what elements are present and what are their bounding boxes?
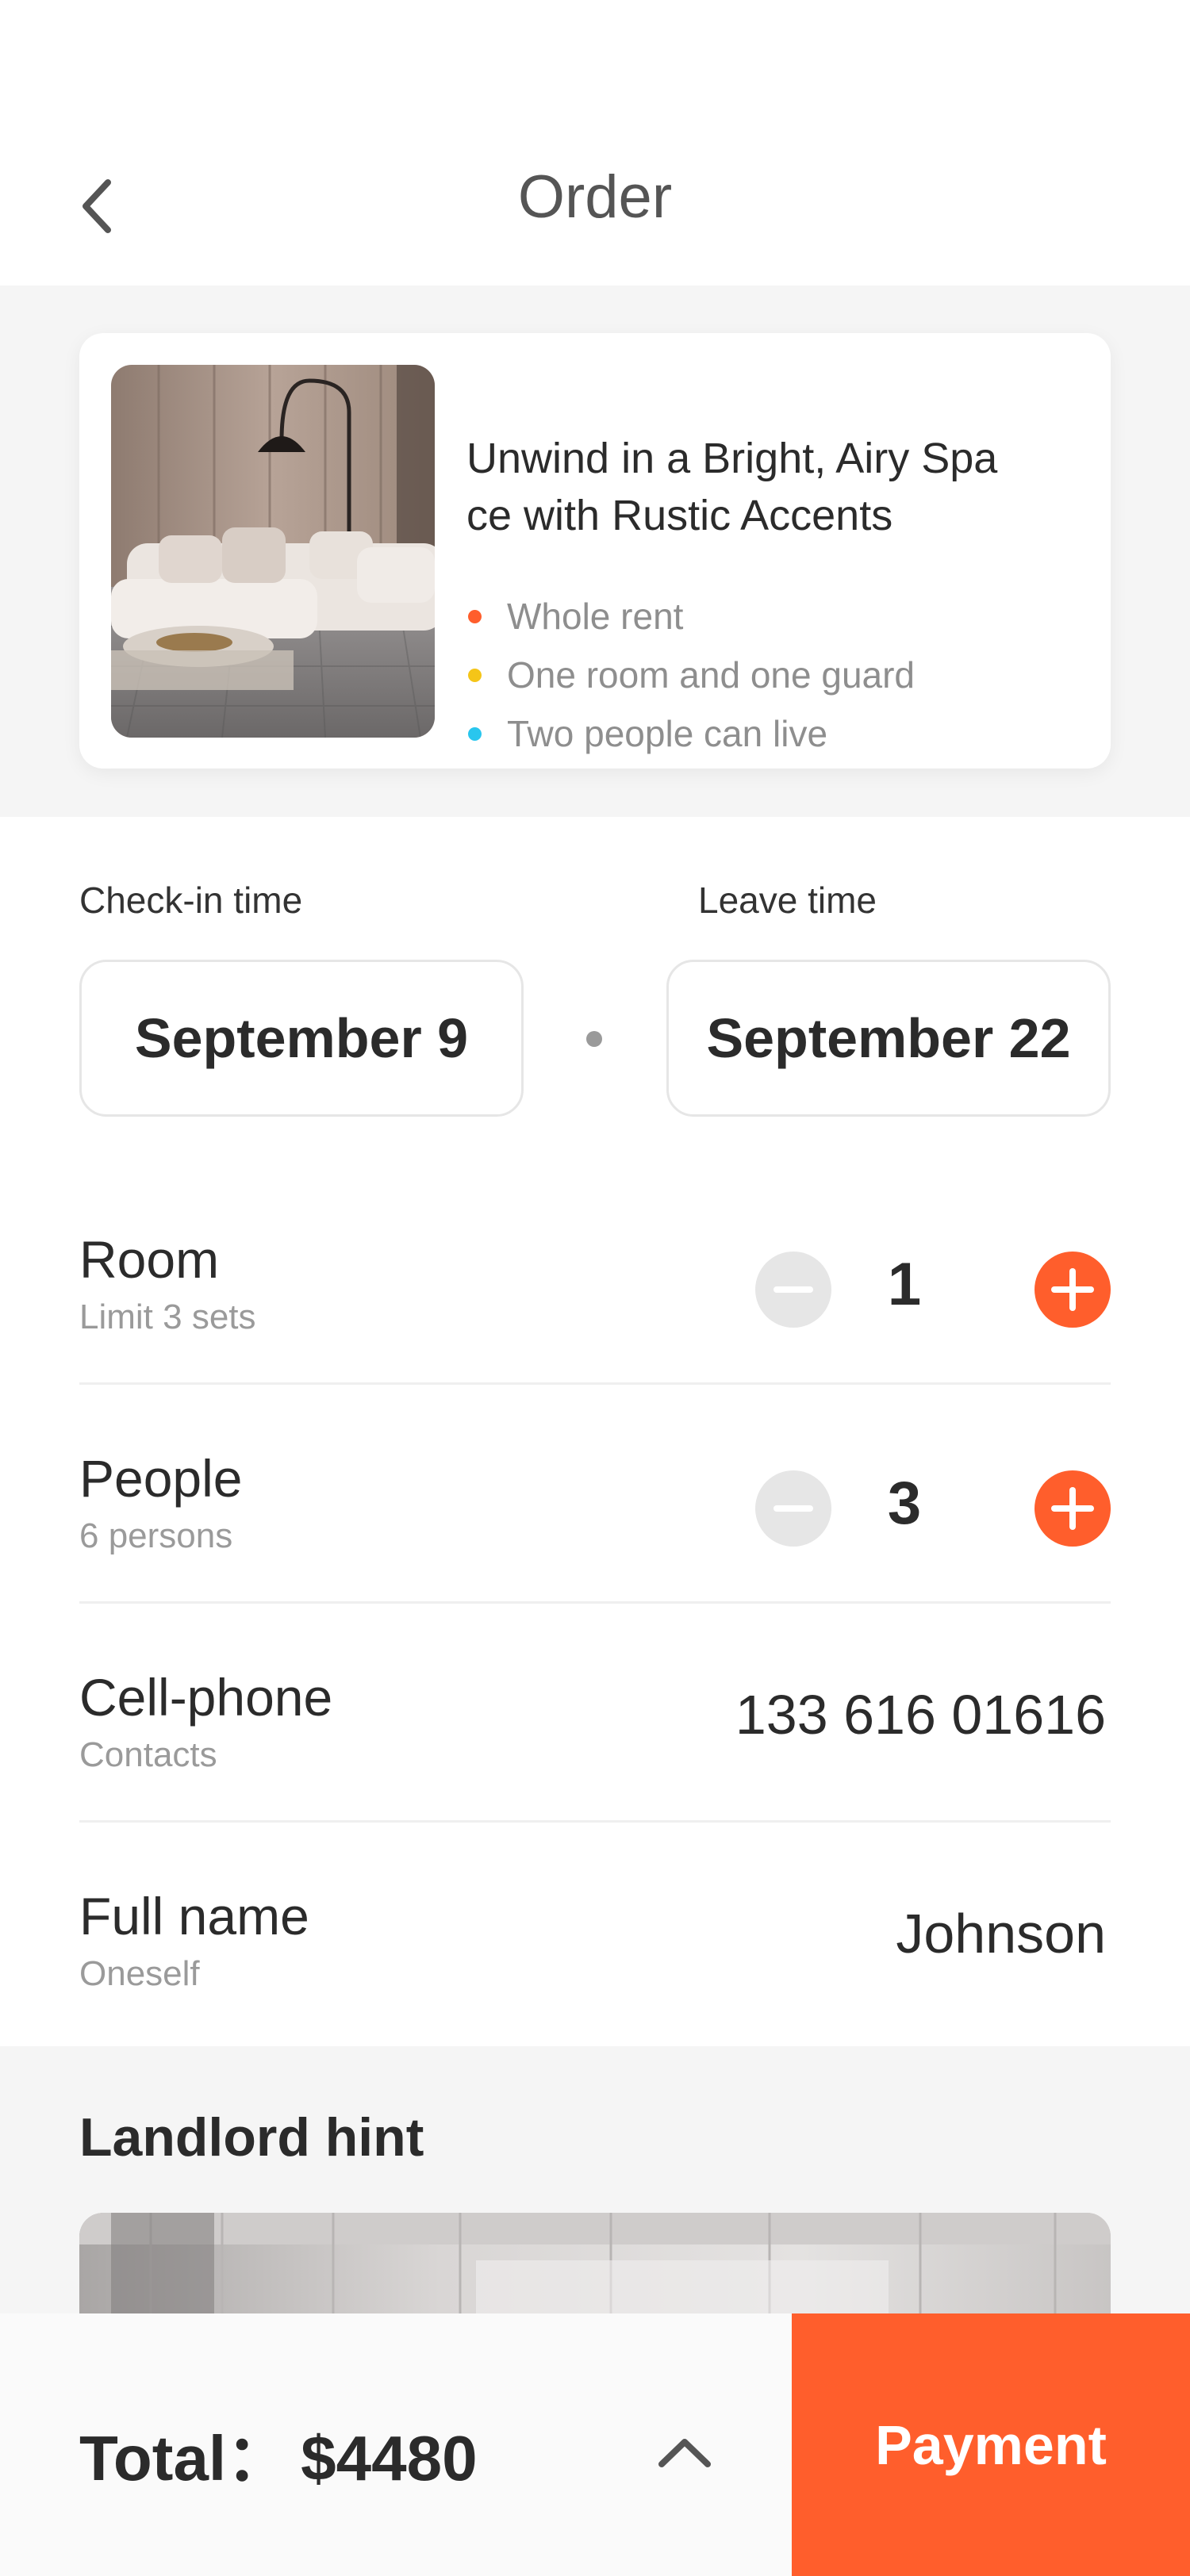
name-value[interactable]: Johnson [896,1902,1106,1965]
listing-title: Unwind in a Bright, Airy Spa ce with Rus… [466,430,1093,544]
page-title: Order [517,163,673,231]
checkin-label: Check-in time [79,880,303,921]
feature-text: Whole rent [507,596,684,637]
payment-button[interactable]: Payment [792,2313,1190,2576]
chevron-up-icon [658,2439,711,2467]
header: Order [0,0,1190,286]
room-decrement-button[interactable] [755,1252,831,1328]
phone-label: Cell-phone [79,1668,333,1727]
people-increment-button[interactable] [1035,1470,1111,1547]
feature-text: One room and one guard [507,654,916,696]
room-increment-button[interactable] [1035,1252,1111,1328]
feature-item: Two people can live [468,704,915,763]
name-label: Full name [79,1887,309,1945]
name-sub: Oneself [79,1954,200,1993]
room-row: Room Limit 3 sets 1 [79,1166,1111,1385]
order-total: Total： $4480 [79,2407,478,2499]
phone-sub: Contacts [79,1735,217,1774]
bullet-dot-icon [468,609,482,623]
feature-item: One room and one guard [468,646,915,704]
leave-date-field[interactable]: September 22 [666,960,1111,1117]
room-label: Room [79,1230,220,1289]
feature-text: Two people can live [507,713,828,754]
people-decrement-button[interactable] [755,1470,831,1547]
room-limit: Limit 3 sets [79,1298,256,1336]
minus-icon [774,1286,813,1293]
name-row[interactable]: Full name Oneself Johnson [79,1823,1111,2041]
total-label: Total： [79,2423,290,2494]
phone-value[interactable]: 133 616 01616 [735,1683,1106,1746]
listing-card[interactable]: Unwind in a Bright, Airy Spa ce with Rus… [79,333,1111,769]
people-count: 3 [887,1470,922,1537]
people-capacity: 6 persons [79,1516,233,1555]
room-count: 1 [887,1251,922,1318]
order-page: Order Unwind in a Bright, Airy Spa ce wi… [0,0,1190,2576]
date-separator-dot [586,1031,602,1047]
landlord-hint-title: Landlord hint [79,2107,424,2168]
feature-item: Whole rent [468,587,915,646]
listing-features: Whole rent One room and one guard Two pe… [468,587,915,763]
listing-title-line-2: ce with Rustic Accents [466,492,893,539]
listing-photo [111,365,435,738]
leave-label: Leave time [698,880,877,921]
listing-title-line-1: Unwind in a Bright, Airy Spa [466,435,998,482]
total-amount: $4480 [301,2423,478,2494]
people-label: People [79,1449,243,1508]
people-row: People 6 persons 3 [79,1385,1111,1604]
plus-icon [1051,1487,1094,1530]
phone-row[interactable]: Cell-phone Contacts 133 616 01616 [79,1604,1111,1823]
expand-details-button[interactable] [649,2417,720,2488]
bullet-dot-icon [468,668,482,682]
checkin-date-field[interactable]: September 9 [79,960,524,1117]
minus-icon [774,1505,813,1512]
plus-icon [1051,1268,1094,1311]
bullet-dot-icon [468,726,482,741]
bottom-bar: Total： $4480 Payment [0,2313,1190,2576]
listing-section: Unwind in a Bright, Airy Spa ce with Rus… [0,286,1190,817]
landlord-hint-section: Landlord hint [0,2046,1190,2419]
